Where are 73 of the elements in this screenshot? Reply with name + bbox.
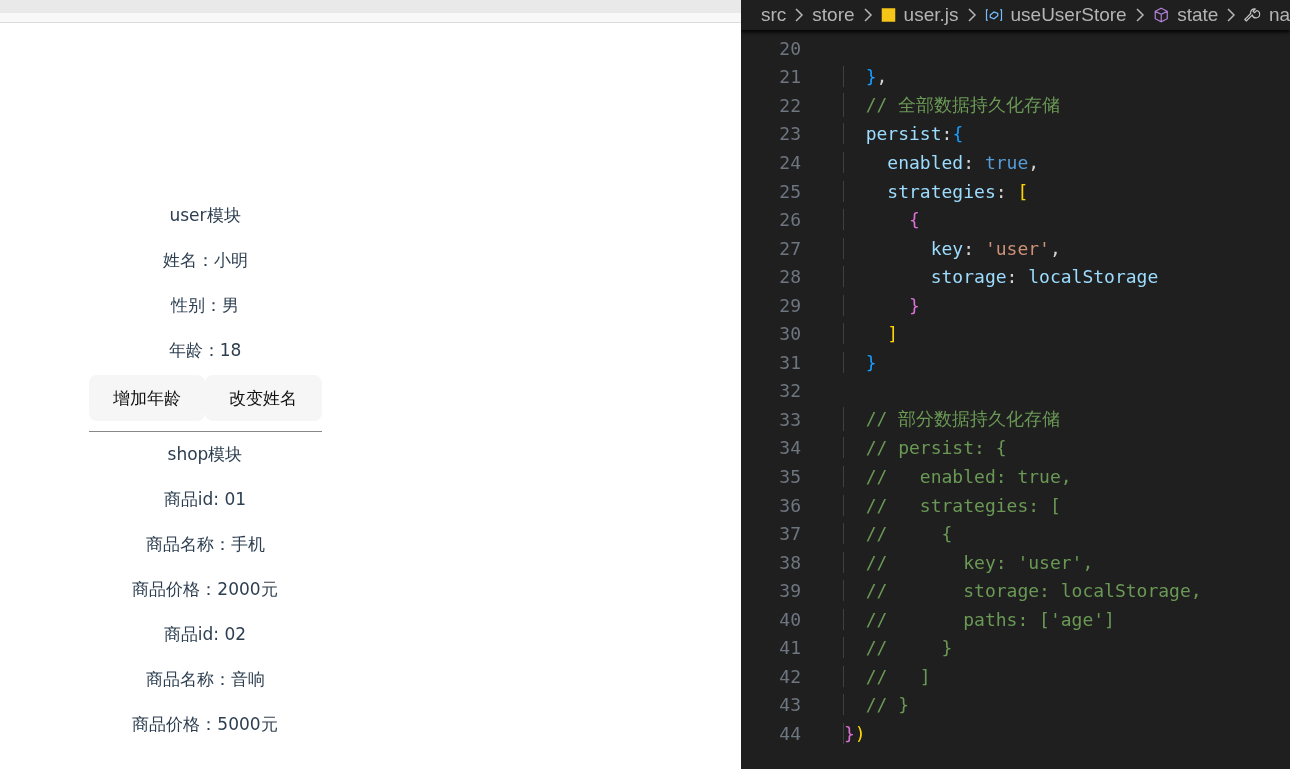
line-number: 41 bbox=[778, 637, 801, 659]
line-number: 28 bbox=[778, 266, 801, 288]
code-line: ] bbox=[843, 323, 899, 345]
code-line: // paths: ['age'] bbox=[843, 608, 1115, 630]
line-number: 33 bbox=[778, 408, 801, 430]
breadcrumb-item[interactable]: state bbox=[1177, 4, 1219, 26]
chevron-icon bbox=[794, 7, 805, 23]
code-line: enabled: true, bbox=[843, 151, 1040, 173]
line-number: 31 bbox=[778, 351, 801, 373]
line-number: 38 bbox=[778, 551, 801, 573]
info-text: 商品id: 02 bbox=[162, 623, 248, 646]
code-line: // key: 'user', bbox=[843, 551, 1094, 573]
info-text: 姓名：小明 bbox=[161, 249, 249, 272]
line-number: 26 bbox=[778, 209, 801, 231]
code-line: }, bbox=[843, 66, 888, 88]
code-line: } bbox=[843, 351, 877, 373]
code-line: }) bbox=[843, 722, 866, 744]
breadcrumb-item[interactable]: useUserStore bbox=[1010, 4, 1127, 26]
breadcrumb-item[interactable]: user.js bbox=[903, 4, 959, 26]
code-line: // persist: { bbox=[843, 437, 1007, 459]
section-title: shop模块 bbox=[166, 443, 244, 466]
info-text: 商品名称：手机 bbox=[144, 533, 266, 556]
line-number: 44 bbox=[778, 722, 801, 744]
code-line: // enabled: true, bbox=[843, 465, 1072, 487]
line-number: 43 bbox=[778, 694, 801, 716]
line-number: 32 bbox=[778, 380, 801, 402]
code-line: { bbox=[843, 209, 920, 231]
breadcrumb-item[interactable]: store bbox=[812, 4, 855, 26]
chevron-icon bbox=[1226, 7, 1237, 23]
code-line: // } bbox=[843, 694, 910, 716]
breadcrumb-item[interactable]: src bbox=[761, 4, 787, 26]
code-line: // strategies: [ bbox=[843, 494, 1061, 516]
line-number: 20 bbox=[778, 37, 801, 59]
section-title: user模块 bbox=[168, 204, 242, 227]
chevron-icon bbox=[966, 7, 977, 23]
line-number: 27 bbox=[778, 237, 801, 259]
code-line: strategies: [ bbox=[843, 180, 1029, 202]
line-number: 30 bbox=[778, 323, 801, 345]
line-number: 21 bbox=[778, 66, 801, 88]
action-button[interactable]: 增加年龄 bbox=[88, 375, 205, 421]
line-number: 34 bbox=[778, 437, 801, 459]
line-number: 22 bbox=[778, 94, 801, 116]
code-line: key: 'user', bbox=[843, 237, 1061, 259]
code-line: storage: localStorage bbox=[843, 266, 1159, 288]
line-number: 42 bbox=[778, 665, 801, 687]
line-number: 40 bbox=[778, 608, 801, 630]
code-line: // } bbox=[843, 637, 953, 659]
breadcrumb-item[interactable]: na bbox=[1268, 4, 1290, 26]
action-button[interactable]: 改变姓名 bbox=[205, 375, 322, 421]
chevron-icon bbox=[862, 7, 873, 23]
line-number: 29 bbox=[778, 294, 801, 316]
line-number: 23 bbox=[778, 123, 801, 145]
file-icon bbox=[880, 5, 896, 25]
info-text: 商品名称：音响 bbox=[144, 668, 266, 691]
chevron-icon bbox=[1134, 7, 1145, 23]
info-text: 性别：男 bbox=[169, 294, 240, 317]
code-line: // 全部数据持久化存储 bbox=[843, 93, 1061, 118]
line-number: 25 bbox=[778, 180, 801, 202]
code-line: // { bbox=[843, 523, 953, 545]
line-number: 36 bbox=[778, 494, 801, 516]
line-number: 39 bbox=[778, 580, 801, 602]
code-line: // 部分数据持久化存储 bbox=[843, 407, 1061, 432]
line-number: 37 bbox=[778, 523, 801, 545]
info-text: 商品价格：5000元 bbox=[131, 713, 279, 736]
line-number: 35 bbox=[778, 465, 801, 487]
line-number: 24 bbox=[778, 151, 801, 173]
info-text: 商品价格：2000元 bbox=[131, 578, 279, 601]
code-line: // storage: localStorage, bbox=[843, 580, 1202, 602]
code-line: // ] bbox=[843, 665, 931, 687]
info-text: 商品id: 01 bbox=[162, 488, 248, 511]
info-text: 年龄：18 bbox=[167, 339, 243, 362]
code-line: persist:{ bbox=[843, 123, 964, 145]
code-line: } bbox=[843, 294, 920, 316]
